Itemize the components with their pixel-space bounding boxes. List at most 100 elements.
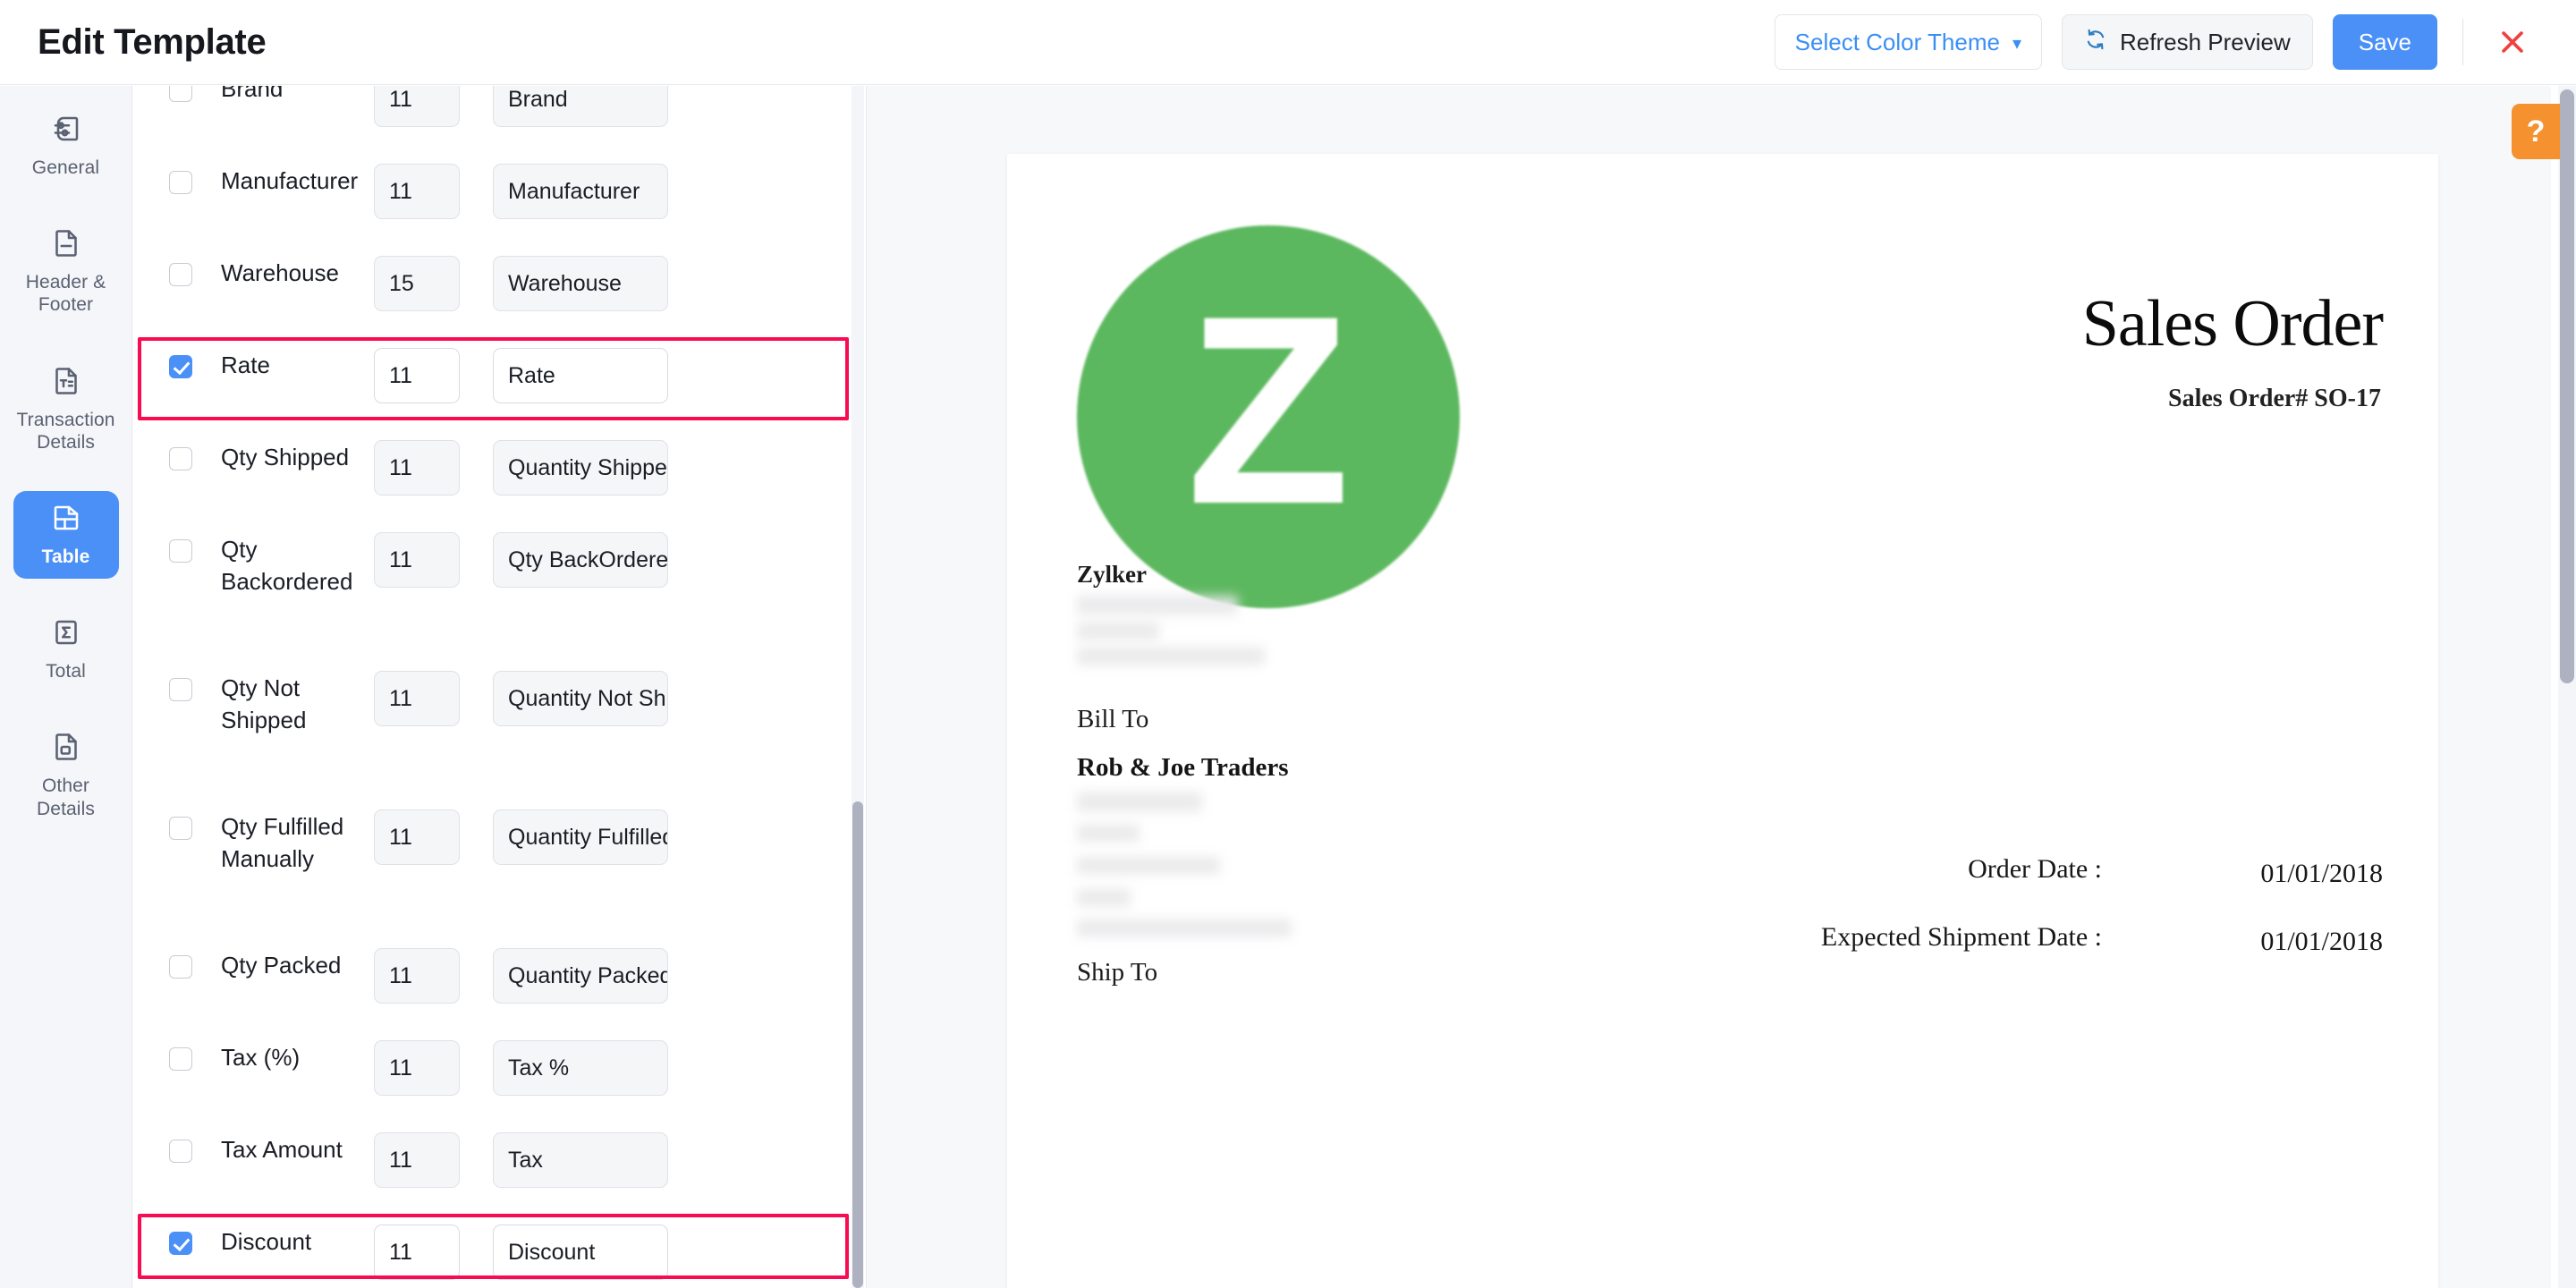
field-display-name-input[interactable]: Warehouse bbox=[493, 256, 668, 311]
field-display-name-input[interactable]: Brand bbox=[493, 86, 668, 127]
field-width-input[interactable]: 11 bbox=[374, 671, 460, 726]
field-row: Brand 11 Brand bbox=[133, 86, 865, 146]
field-row: Qty Fulfilled Manually 11 Quantity Fulfill… bbox=[133, 792, 865, 930]
refresh-preview-button[interactable]: Refresh Preview bbox=[2062, 14, 2313, 70]
field-row: Discount 11 Discount bbox=[133, 1207, 865, 1288]
field-width-input[interactable]: 11 bbox=[374, 1132, 460, 1188]
document-dates: Order Date :01/01/2018 Expected Shipment … bbox=[1721, 853, 2383, 989]
field-display-name-input[interactable]: Tax bbox=[493, 1132, 668, 1188]
field-checkbox-wrap bbox=[169, 671, 221, 701]
document-lines-icon bbox=[50, 227, 82, 264]
preview-scrollbar-thumb[interactable] bbox=[2560, 89, 2574, 683]
template-preview-panel: Z Sales Order Sales Order# SO-17 Zylker … bbox=[866, 86, 2551, 1288]
field-display-name-input[interactable]: Manufacturer bbox=[493, 164, 668, 219]
field-checkbox[interactable] bbox=[169, 1232, 192, 1255]
sidebar-item-total[interactable]: Total bbox=[13, 606, 119, 693]
divider bbox=[2462, 19, 2463, 65]
close-icon[interactable] bbox=[2488, 18, 2537, 66]
sidebar-item-transaction-details[interactable]: Transaction Details bbox=[13, 354, 119, 464]
organization-name: Zylker bbox=[1077, 561, 1147, 588]
redacted-text bbox=[1077, 857, 1220, 875]
redacted-text bbox=[1077, 792, 1202, 812]
fields-panel-scrollbar-thumb[interactable] bbox=[852, 801, 863, 1288]
table-fields-panel: Brand 11 Brand Manufacturer 11 Manufacturer Wa… bbox=[133, 86, 865, 1288]
field-label: Tax (%) bbox=[221, 1044, 301, 1071]
fields-panel-scrollbar[interactable] bbox=[852, 86, 864, 1288]
help-button[interactable]: ? bbox=[2512, 104, 2560, 159]
field-checkbox-wrap bbox=[169, 809, 221, 840]
field-display-name-input[interactable]: Discount bbox=[493, 1224, 668, 1280]
field-checkbox[interactable] bbox=[169, 447, 192, 470]
sidebar-item-table[interactable]: Table bbox=[13, 490, 119, 580]
top-bar: Edit Template Select Color Theme ▾ Refre… bbox=[0, 0, 2576, 85]
field-checkbox-wrap bbox=[169, 1132, 221, 1163]
field-display-name-input[interactable]: Quantity Fulfilled Manually bbox=[493, 809, 668, 865]
field-label: Rate bbox=[221, 352, 270, 378]
redacted-text bbox=[1077, 596, 1238, 615]
field-width-input[interactable]: 11 bbox=[374, 809, 460, 865]
help-label: ? bbox=[2526, 114, 2546, 148]
redacted-text bbox=[1077, 623, 1159, 640]
document-title: Sales Order bbox=[2081, 287, 2384, 360]
field-checkbox[interactable] bbox=[169, 1047, 192, 1071]
field-checkbox-wrap bbox=[169, 256, 221, 286]
select-color-theme-label: Select Color Theme bbox=[1794, 28, 2000, 55]
field-row: Manufacturer 11 Manufacturer bbox=[133, 146, 865, 238]
refresh-icon bbox=[2084, 28, 2107, 57]
field-label: Tax Amount bbox=[221, 1136, 343, 1163]
field-display-name-input[interactable]: Qty BackOrdered bbox=[493, 532, 668, 588]
redacted-text bbox=[1077, 648, 1265, 665]
document-number: Sales Order# SO-17 bbox=[2168, 385, 2381, 412]
field-width-input[interactable]: 11 bbox=[374, 1040, 460, 1096]
field-row: Tax Amount 11 Tax bbox=[133, 1114, 865, 1207]
sidebar-item-header-footer[interactable]: Header & Footer bbox=[13, 216, 119, 326]
field-label: Qty Shipped bbox=[221, 444, 350, 470]
field-checkbox[interactable] bbox=[169, 171, 192, 194]
field-checkbox[interactable] bbox=[169, 817, 192, 840]
chevron-down-icon: ▾ bbox=[2012, 34, 2021, 54]
field-checkbox[interactable] bbox=[169, 355, 192, 378]
field-checkbox[interactable] bbox=[169, 678, 192, 701]
field-width-input[interactable]: 11 bbox=[374, 348, 460, 403]
field-display-name-input[interactable]: Tax % bbox=[493, 1040, 668, 1096]
field-row: Qty Packed 11 Quantity Packed bbox=[133, 930, 865, 1022]
field-width-input[interactable]: 11 bbox=[374, 532, 460, 588]
bill-to-label: Bill To bbox=[1077, 705, 1149, 733]
sidebar-item-label: Header & Footer bbox=[25, 272, 106, 316]
sidebar-item-label: General bbox=[31, 157, 100, 178]
field-width-input[interactable]: 15 bbox=[374, 256, 460, 311]
field-width-input[interactable]: 11 bbox=[374, 440, 460, 496]
save-label: Save bbox=[2358, 28, 2411, 55]
customer-name: Rob & Joe Traders bbox=[1077, 753, 1289, 782]
date-value: 01/01/2018 bbox=[2260, 927, 2383, 956]
field-display-name-input[interactable]: Quantity Packed bbox=[493, 948, 668, 1004]
field-display-name-input[interactable]: Rate bbox=[493, 348, 668, 403]
field-checkbox[interactable] bbox=[169, 263, 192, 286]
field-checkbox[interactable] bbox=[169, 1140, 192, 1163]
select-color-theme-button[interactable]: Select Color Theme ▾ bbox=[1774, 14, 2042, 70]
field-display-name-input[interactable]: Quantity Not Shipped bbox=[493, 671, 668, 726]
field-display-name-input[interactable]: Quantity Shipped bbox=[493, 440, 668, 496]
refresh-preview-label: Refresh Preview bbox=[2120, 28, 2291, 55]
preview-scrollbar[interactable] bbox=[2558, 86, 2576, 1288]
field-checkbox[interactable] bbox=[169, 539, 192, 563]
save-button[interactable]: Save bbox=[2332, 14, 2437, 70]
ship-to-label: Ship To bbox=[1077, 958, 1158, 987]
field-width-input[interactable]: 11 bbox=[374, 86, 460, 127]
sidebar-item-general[interactable]: General bbox=[13, 102, 119, 190]
field-label: Qty Backordered bbox=[221, 536, 353, 595]
field-row: Qty Not Shipped 11 Quantity Not Shipped bbox=[133, 653, 865, 792]
field-width-input[interactable]: 11 bbox=[374, 1224, 460, 1280]
field-checkbox[interactable] bbox=[169, 955, 192, 979]
field-label: Qty Fulfilled Manually bbox=[221, 813, 344, 872]
field-row: Qty Backordered 11 Qty BackOrdered bbox=[133, 514, 865, 653]
field-checkbox[interactable] bbox=[169, 86, 192, 102]
settings-doc-icon bbox=[50, 113, 82, 149]
field-width-input[interactable]: 11 bbox=[374, 948, 460, 1004]
field-width-input[interactable]: 11 bbox=[374, 164, 460, 219]
sigma-total-icon bbox=[50, 616, 82, 653]
sidebar-item-other-details[interactable]: Other Details bbox=[13, 720, 119, 830]
logo-letter: Z bbox=[1186, 259, 1351, 560]
date-label: Order Date : bbox=[1968, 854, 2102, 884]
date-value: 01/01/2018 bbox=[2260, 859, 2383, 888]
